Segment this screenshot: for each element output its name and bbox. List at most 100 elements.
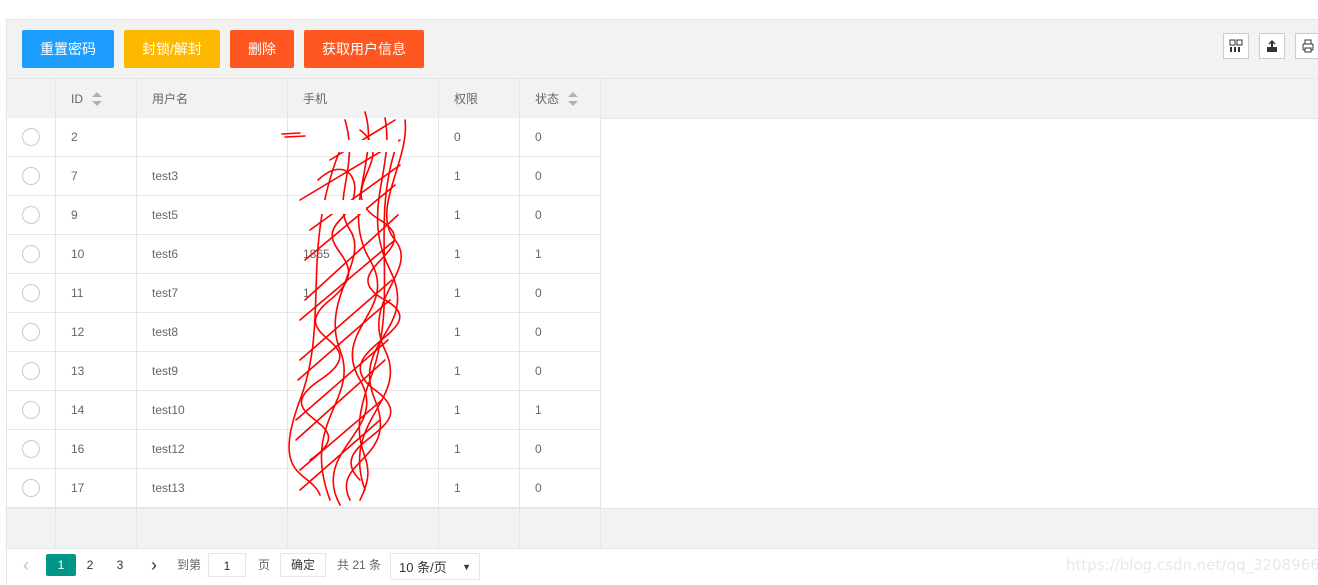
header-status-label: 状态 xyxy=(535,92,560,106)
cell-id: 11 xyxy=(56,274,137,312)
page-button[interactable]: 3 xyxy=(106,554,134,576)
page-button-current[interactable]: 1 xyxy=(46,554,76,576)
cell-status: 0 xyxy=(520,274,601,312)
row-radio[interactable] xyxy=(22,167,40,185)
cell-phone xyxy=(288,157,439,195)
cell-username: test10 xyxy=(137,391,288,429)
table-row[interactable]: 7 test3 1 0 xyxy=(7,157,601,196)
row-radio[interactable] xyxy=(22,284,40,302)
row-select-cell xyxy=(7,352,56,390)
cell-status: 1 xyxy=(520,235,601,273)
header-phone-label: 手机 xyxy=(303,92,328,106)
row-radio[interactable] xyxy=(22,401,40,419)
table-row[interactable]: 11 test7 1 1 0 xyxy=(7,274,601,313)
header-username-label: 用户名 xyxy=(152,92,189,106)
row-select-cell xyxy=(7,430,56,468)
table-row[interactable]: 10 test6 1865 1 1 xyxy=(7,235,601,274)
cell-username: test3 xyxy=(137,157,288,195)
cell-id: 9 xyxy=(56,196,137,234)
cell-id: 10 xyxy=(56,235,137,273)
row-radio[interactable] xyxy=(22,323,40,341)
cell-permission: 1 xyxy=(439,157,520,195)
header-select-cell xyxy=(7,79,56,118)
table-row[interactable]: 14 test10 1 1 xyxy=(7,391,601,430)
table-row[interactable]: 2 0 0 xyxy=(7,118,601,157)
header-permission: 权限 xyxy=(439,79,520,118)
table-header: ID 用户名 手机 权限 状态 xyxy=(7,79,1318,119)
row-radio[interactable] xyxy=(22,206,40,224)
columns-filter-icon[interactable] xyxy=(1223,33,1249,59)
goto-prefix: 到第 xyxy=(176,558,201,572)
cell-phone xyxy=(288,430,439,468)
row-select-cell xyxy=(7,118,56,156)
cell-permission: 1 xyxy=(439,274,520,312)
header-status[interactable]: 状态 xyxy=(520,79,601,118)
cell-status: 0 xyxy=(520,313,601,351)
sort-icon[interactable] xyxy=(568,91,579,106)
cell-phone xyxy=(288,118,439,156)
data-table: 重置密码 封锁/解封 删除 获取用户信息 ID 用户名 手机 权限 状态 2 0… xyxy=(6,19,1318,585)
row-radio[interactable] xyxy=(22,440,40,458)
header-id[interactable]: ID xyxy=(56,79,137,118)
get-user-info-button[interactable]: 获取用户信息 xyxy=(304,30,424,68)
cell-phone xyxy=(288,352,439,390)
totals-cell xyxy=(137,509,288,548)
cell-username: test6 xyxy=(137,235,288,273)
sort-icon[interactable] xyxy=(92,91,102,106)
cell-phone: 1865 xyxy=(288,235,439,273)
table-row[interactable]: 17 test13 1 0 xyxy=(7,469,601,508)
totals-cell xyxy=(520,509,601,548)
header-username: 用户名 xyxy=(137,79,288,118)
cell-permission: 1 xyxy=(439,430,520,468)
cell-id: 17 xyxy=(56,469,137,507)
page-button[interactable]: 2 xyxy=(76,554,104,576)
cell-status: 0 xyxy=(520,196,601,234)
row-radio[interactable] xyxy=(22,362,40,380)
delete-button[interactable]: 删除 xyxy=(230,30,294,68)
header-permission-label: 权限 xyxy=(454,92,479,106)
cell-id: 12 xyxy=(56,313,137,351)
cell-username: test13 xyxy=(137,469,288,507)
totals-cell xyxy=(288,509,439,548)
print-icon[interactable] xyxy=(1295,33,1318,59)
cell-permission: 1 xyxy=(439,313,520,351)
cell-status: 0 xyxy=(520,352,601,390)
row-radio[interactable] xyxy=(22,128,40,146)
cell-permission: 1 xyxy=(439,469,520,507)
table-row[interactable]: 13 test9 1 0 xyxy=(7,352,601,391)
row-select-cell xyxy=(7,274,56,312)
row-select-cell xyxy=(7,196,56,234)
cell-phone xyxy=(288,469,439,507)
cell-username xyxy=(137,118,288,156)
cell-id: 2 xyxy=(56,118,137,156)
prev-page-button[interactable]: ‹ xyxy=(16,554,36,576)
next-page-button[interactable]: › xyxy=(144,554,164,576)
confirm-page-button[interactable]: 确定 xyxy=(280,553,326,577)
cell-status: 0 xyxy=(520,430,601,468)
export-icon[interactable] xyxy=(1259,33,1285,59)
table-row[interactable]: 9 test5 1 0 xyxy=(7,196,601,235)
cell-permission: 0 xyxy=(439,118,520,156)
cell-id: 14 xyxy=(56,391,137,429)
cell-permission: 1 xyxy=(439,196,520,234)
cell-phone: 1 xyxy=(288,274,439,312)
reset-password-button[interactable]: 重置密码 xyxy=(22,30,114,68)
table-row[interactable]: 16 test12 1 0 xyxy=(7,430,601,469)
totals-cell xyxy=(56,509,137,548)
row-radio[interactable] xyxy=(22,245,40,263)
lock-unlock-button[interactable]: 封锁/解封 xyxy=(124,30,220,68)
goto-suffix: 页 xyxy=(257,558,270,572)
table-row[interactable]: 12 test8 1 0 xyxy=(7,313,601,352)
goto-page-input[interactable]: 1 xyxy=(208,553,246,577)
chevron-down-icon: ▼ xyxy=(462,562,471,572)
row-select-cell xyxy=(7,469,56,507)
row-select-cell xyxy=(7,391,56,429)
cell-phone xyxy=(288,391,439,429)
row-radio[interactable] xyxy=(22,479,40,497)
totals-cell xyxy=(439,509,520,548)
cell-status: 0 xyxy=(520,469,601,507)
cell-phone xyxy=(288,196,439,234)
page-size-select[interactable]: 10 条/页 ▼ xyxy=(390,553,480,580)
cell-permission: 1 xyxy=(439,352,520,390)
cell-id: 7 xyxy=(56,157,137,195)
